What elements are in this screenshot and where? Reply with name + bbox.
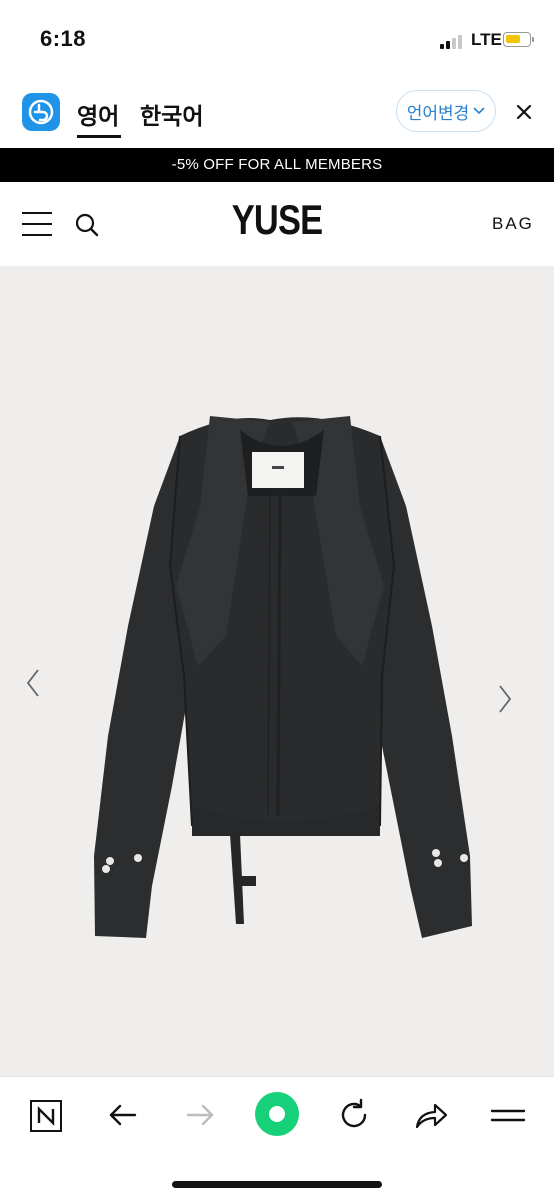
translate-bar: 영어 한국어 언어변경: [0, 80, 554, 148]
share-icon[interactable]: [411, 1095, 451, 1135]
chevron-left-icon[interactable]: [22, 666, 44, 700]
refresh-icon[interactable]: [334, 1095, 374, 1135]
status-time: 6:18: [40, 26, 87, 51]
search-icon[interactable]: [74, 212, 100, 238]
green-dot-icon[interactable]: [254, 1091, 300, 1137]
papago-logo-icon[interactable]: [22, 93, 60, 131]
forward-arrow-icon[interactable]: [180, 1095, 220, 1135]
status-bar: 6:18 LTE: [0, 0, 554, 80]
jacket-image: [94, 416, 472, 938]
chevron-right-icon[interactable]: [494, 682, 516, 716]
chevron-down-icon: [473, 107, 485, 115]
back-arrow-icon[interactable]: [103, 1095, 143, 1135]
signal-icon: [440, 33, 466, 49]
promo-banner[interactable]: -5% OFF FOR ALL MEMBERS: [0, 148, 554, 182]
tab-korean[interactable]: 한국어: [140, 97, 203, 131]
close-icon[interactable]: [512, 98, 536, 126]
network-label: LTE: [471, 30, 502, 49]
product-image-area: [0, 266, 554, 1076]
menu-icon[interactable]: [488, 1095, 528, 1135]
site-header: YUSE BAG: [0, 182, 554, 266]
change-language-button[interactable]: 언어변경: [396, 90, 496, 132]
naver-icon[interactable]: [26, 1095, 66, 1135]
home-indicator: [172, 1181, 382, 1188]
tab-english[interactable]: 영어: [77, 97, 122, 138]
browser-toolbar: [0, 1076, 554, 1200]
change-language-label: 언어변경: [406, 103, 470, 123]
brand-logo[interactable]: YUSE: [214, 196, 340, 244]
bag-link[interactable]: BAG: [492, 214, 534, 234]
battery-icon: [503, 32, 531, 47]
hamburger-menu-icon[interactable]: [22, 212, 52, 236]
